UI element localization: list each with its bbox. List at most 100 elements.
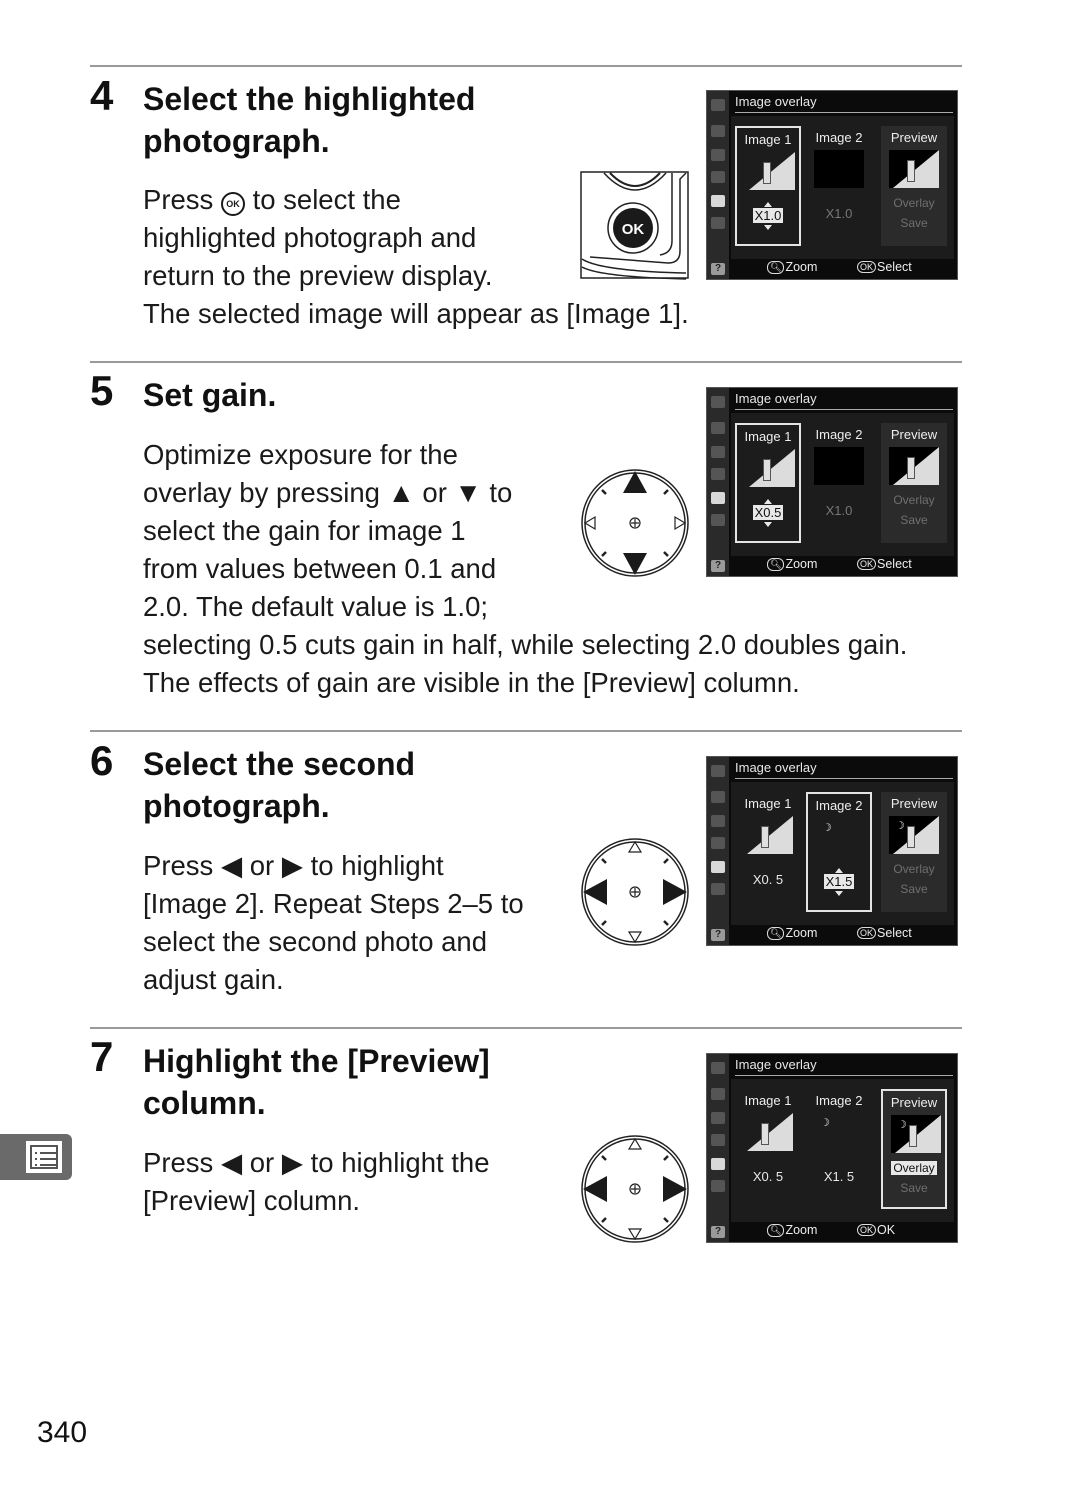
column-preview[interactable]: Preview Overlay Save	[881, 126, 947, 246]
overlay-option[interactable]: Overlay	[881, 862, 947, 876]
gain-value: X1.0	[825, 503, 853, 518]
save-option[interactable]: Save	[883, 1181, 945, 1195]
column-image-2[interactable]: Image 2 X1.0	[806, 423, 872, 543]
camera-screen: ? Image overlay Image 1 X0. 5 Image 2 ☽ X1.5 Pr…	[706, 756, 958, 946]
section-divider	[90, 65, 962, 67]
column-image-1[interactable]: Image 1 X1.0	[735, 126, 801, 246]
setup-menu-icon	[711, 1134, 725, 1146]
body-line: [Preview] column.	[143, 1185, 361, 1216]
screen-title: Image overlay	[735, 94, 817, 109]
gain-value[interactable]: X1.0	[737, 202, 799, 230]
step-body: Press ◀ or ▶ to highlight [Image 2]. Rep…	[143, 847, 524, 999]
overlay-option[interactable]: Overlay	[883, 1161, 945, 1175]
image-2-thumbnail: ☽	[822, 822, 832, 834]
title-line: column.	[143, 1085, 266, 1121]
step-body: Press ◀ or ▶ to highlight the [Preview] …	[143, 1144, 490, 1220]
save-option[interactable]: Save	[881, 216, 947, 230]
title-line: Select the second	[143, 746, 416, 782]
column-image-1[interactable]: Image 1 X0. 5	[735, 1089, 801, 1209]
retouch-menu-icon	[711, 195, 725, 207]
title-line: Set gain.	[143, 377, 277, 413]
gain-value: X1. 5	[823, 1169, 855, 1184]
body-line: 2.0. The default value is 1.0;	[143, 591, 488, 622]
ok-button-icon: OK	[857, 558, 877, 570]
column-image-1[interactable]: Image 1 X0.5	[735, 423, 801, 543]
multi-selector-up-down-illustration	[581, 469, 689, 577]
help-icon: ?	[711, 1226, 725, 1238]
retouch-menu-icon	[711, 1158, 725, 1170]
page-number: 340	[37, 1416, 88, 1449]
down-arrow-icon	[835, 891, 843, 896]
screen-footer: 🔍︎ Zoom OK OK	[731, 1222, 957, 1240]
body-line: select the second photo and	[143, 926, 488, 957]
zoom-hint: 🔍︎ Zoom	[767, 557, 817, 571]
playback-menu-icon	[711, 765, 725, 777]
retouch-menu-icon	[711, 492, 725, 504]
ok-button-illustration: OK	[580, 171, 689, 280]
action-hint: OK Select	[857, 557, 912, 571]
screen-title: Image overlay	[735, 391, 817, 406]
action-hint: OK OK	[857, 1223, 895, 1237]
column-preview[interactable]: Preview ☽ Overlay Save	[881, 1089, 947, 1209]
right-arrow-icon: ▶	[281, 850, 303, 881]
body-line: The effects of gain are visible in the […	[143, 667, 800, 698]
column-preview[interactable]: Preview ☽ Overlay Save	[881, 792, 947, 912]
shooting-menu-icon	[711, 791, 725, 803]
menu-sidebar: ?	[707, 388, 729, 576]
custom-settings-icon	[711, 1112, 725, 1124]
title-line: photograph.	[143, 788, 330, 824]
step-title: Set gain.	[143, 374, 276, 416]
left-arrow-icon: ◀	[220, 850, 243, 881]
section-divider	[90, 1027, 962, 1029]
image-1-thumbnail	[745, 152, 795, 190]
menu-list-icon	[26, 1141, 62, 1173]
gain-value[interactable]: X0.5	[737, 499, 799, 527]
section-divider	[90, 730, 962, 732]
step-title: Select the second photograph.	[143, 743, 415, 827]
image-2-thumbnail: ☽	[820, 1117, 830, 1129]
step-number: 7	[90, 1033, 114, 1080]
recent-settings-icon	[711, 883, 725, 895]
screen-footer: 🔍︎ Zoom OK Select	[731, 925, 957, 943]
help-icon: ?	[711, 263, 725, 275]
down-arrow-icon: ▼	[454, 477, 482, 508]
save-option[interactable]: Save	[881, 513, 947, 527]
gain-value: X1.0	[825, 206, 853, 221]
menu-sidebar: ?	[707, 757, 729, 945]
column-image-2[interactable]: Image 2 ☽ X1.5	[806, 792, 872, 912]
recent-settings-icon	[711, 217, 725, 229]
setup-menu-icon	[711, 468, 725, 480]
column-image-2[interactable]: Image 2 X1.0	[806, 126, 872, 246]
column-image-2[interactable]: Image 2 ☽ X1. 5	[806, 1089, 872, 1209]
section-tab[interactable]	[0, 1134, 72, 1180]
menu-sidebar: ?	[707, 91, 729, 279]
screen-title: Image overlay	[735, 1057, 817, 1072]
body-line: selecting 0.5 cuts gain in half, while s…	[143, 629, 908, 660]
setup-menu-icon	[711, 171, 725, 183]
overlay-option[interactable]: Overlay	[881, 196, 947, 210]
column-image-1[interactable]: Image 1 X0. 5	[735, 792, 801, 912]
title-line: Highlight the [Preview]	[143, 1043, 490, 1079]
camera-screen: ? Image overlay Image 1 X0.5 Image 2 X1.0 Prev…	[706, 387, 958, 577]
body-line: The selected image will appear as [Image…	[143, 298, 689, 329]
gain-value[interactable]: X1.5	[808, 868, 870, 896]
save-option[interactable]: Save	[881, 882, 947, 896]
zoom-button-icon: 🔍︎	[767, 558, 785, 571]
image-1-thumbnail	[745, 449, 795, 487]
shooting-menu-icon	[711, 422, 725, 434]
zoom-button-icon: 🔍︎	[767, 927, 785, 940]
column-preview[interactable]: Preview Overlay Save	[881, 423, 947, 543]
gain-value: X0. 5	[752, 1169, 784, 1184]
screen-title: Image overlay	[735, 760, 817, 775]
left-arrow-icon: ◀	[220, 1147, 243, 1178]
zoom-hint: 🔍︎ Zoom	[767, 1223, 817, 1237]
custom-settings-icon	[711, 446, 725, 458]
image-2-thumbnail	[814, 150, 864, 188]
recent-settings-icon	[711, 514, 725, 526]
custom-settings-icon	[711, 815, 725, 827]
step-number: 5	[90, 367, 114, 414]
up-arrow-icon	[835, 868, 843, 873]
help-icon: ?	[711, 560, 725, 572]
overlay-option[interactable]: Overlay	[881, 493, 947, 507]
zoom-hint: 🔍︎ Zoom	[767, 260, 817, 274]
